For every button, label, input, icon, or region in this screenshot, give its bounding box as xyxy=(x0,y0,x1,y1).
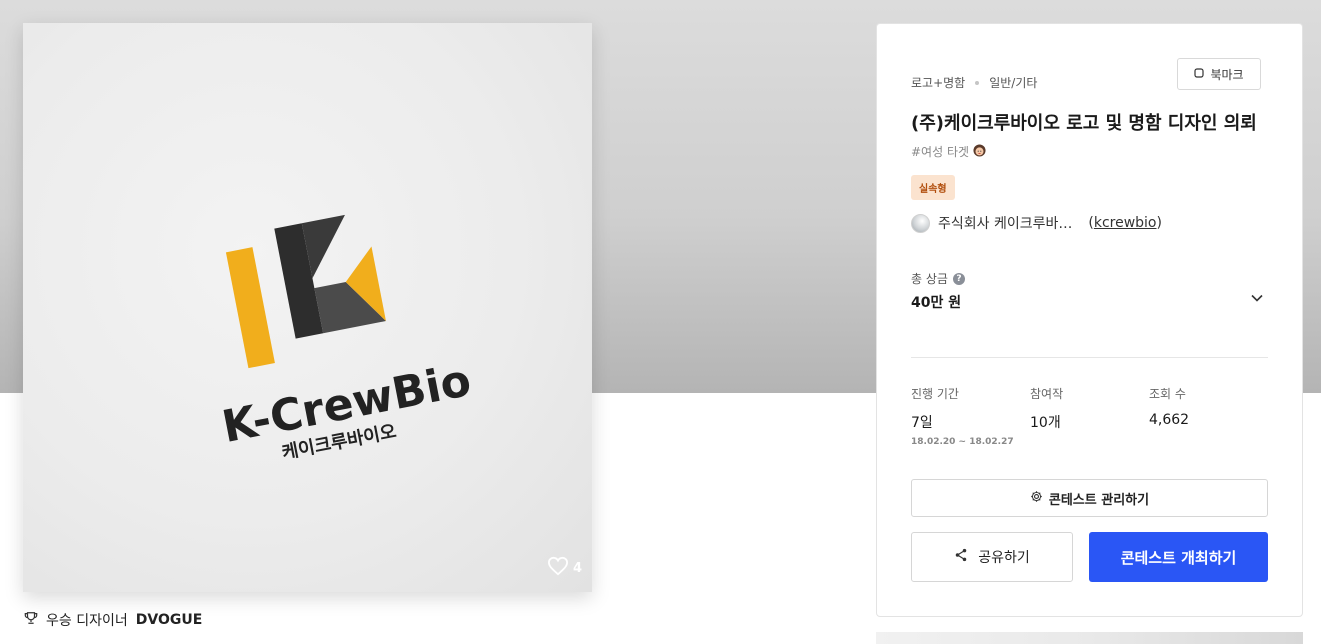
host-avatar xyxy=(911,213,930,233)
stat-period: 진행 기간 7일 18.02.20 ~ 18.02.27 xyxy=(911,385,1014,447)
target-tag[interactable]: #여성 타겟 xyxy=(911,143,986,160)
host-info[interactable]: 주식회사 케이크루바… (kcrewbio) xyxy=(911,213,1162,233)
bookmark-label: 북마크 xyxy=(1210,67,1244,82)
entries-value: 10개 xyxy=(1030,415,1061,431)
related-content-strip xyxy=(876,632,1303,644)
trophy-icon xyxy=(24,611,38,629)
winner-label: 우승 디자이너 xyxy=(46,613,128,629)
manage-contest-label: 콘테스트 관리하기 xyxy=(1048,492,1150,508)
host-id[interactable]: (kcrewbio) xyxy=(1088,215,1162,231)
chevron-down-icon[interactable] xyxy=(1249,290,1265,306)
contest-type-badge: 실속형 xyxy=(911,175,955,200)
k-crewbio-logo: K-CrewBio 케이크루바이오 xyxy=(218,214,475,464)
prize-label: 총 상금 ? xyxy=(911,270,965,287)
stat-views: 조회 수 4,662 xyxy=(1149,385,1189,428)
woman-face-icon xyxy=(973,143,986,160)
category-breadcrumb: 로고+명함 일반/기타 xyxy=(911,74,1037,91)
category-link[interactable]: 로고+명함 xyxy=(911,74,965,91)
stat-entries: 참여작 10개 xyxy=(1030,385,1063,432)
manage-contest-button[interactable]: 콘테스트 관리하기 xyxy=(911,479,1268,517)
contest-info-panel: 로고+명함 일반/기타 북마크 (주)케이크루바이오 로고 및 명함 디자인 의… xyxy=(876,23,1303,617)
logo-yellow-bar xyxy=(225,247,275,369)
host-id-link[interactable]: kcrewbio xyxy=(1094,215,1157,231)
winner-name[interactable]: DVOGUE xyxy=(136,612,203,628)
tag-text: #여성 타겟 xyxy=(911,145,970,159)
prize-label-text: 총 상금 xyxy=(911,272,948,286)
help-icon[interactable]: ? xyxy=(952,272,965,285)
heart-icon xyxy=(547,556,569,580)
divider xyxy=(911,357,1268,358)
host-contest-button[interactable]: 콘테스트 개최하기 xyxy=(1089,532,1268,582)
period-label: 진행 기간 xyxy=(911,387,959,401)
views-label: 조회 수 xyxy=(1149,387,1186,401)
period-value: 7일 xyxy=(911,415,933,431)
subcategory-link[interactable]: 일반/기타 xyxy=(989,74,1037,91)
share-label: 공유하기 xyxy=(978,550,1030,566)
winning-artwork[interactable]: K-CrewBio 케이크루바이오 4 xyxy=(23,23,592,592)
host-id-close-paren: ) xyxy=(1156,215,1162,231)
like-button[interactable]: 4 xyxy=(547,556,582,580)
prize-value: 40만 원 xyxy=(911,295,962,311)
gear-icon xyxy=(1030,490,1043,507)
share-button[interactable]: 공유하기 xyxy=(911,532,1073,582)
like-count: 4 xyxy=(572,560,582,576)
host-name: 주식회사 케이크루바… xyxy=(938,216,1073,232)
winner-info: 우승 디자이너 DVOGUE xyxy=(24,610,202,630)
period-range: 18.02.20 ~ 18.02.27 xyxy=(911,437,1014,447)
bookmark-icon xyxy=(1194,67,1205,81)
bookmark-button[interactable]: 북마크 xyxy=(1177,58,1261,90)
contest-title: (주)케이크루바이오 로고 및 명함 디자인 의뢰 xyxy=(911,113,1257,134)
entries-label: 참여작 xyxy=(1030,387,1064,401)
share-icon xyxy=(954,548,968,566)
breadcrumb-separator xyxy=(975,80,980,85)
views-value: 4,662 xyxy=(1149,412,1190,428)
